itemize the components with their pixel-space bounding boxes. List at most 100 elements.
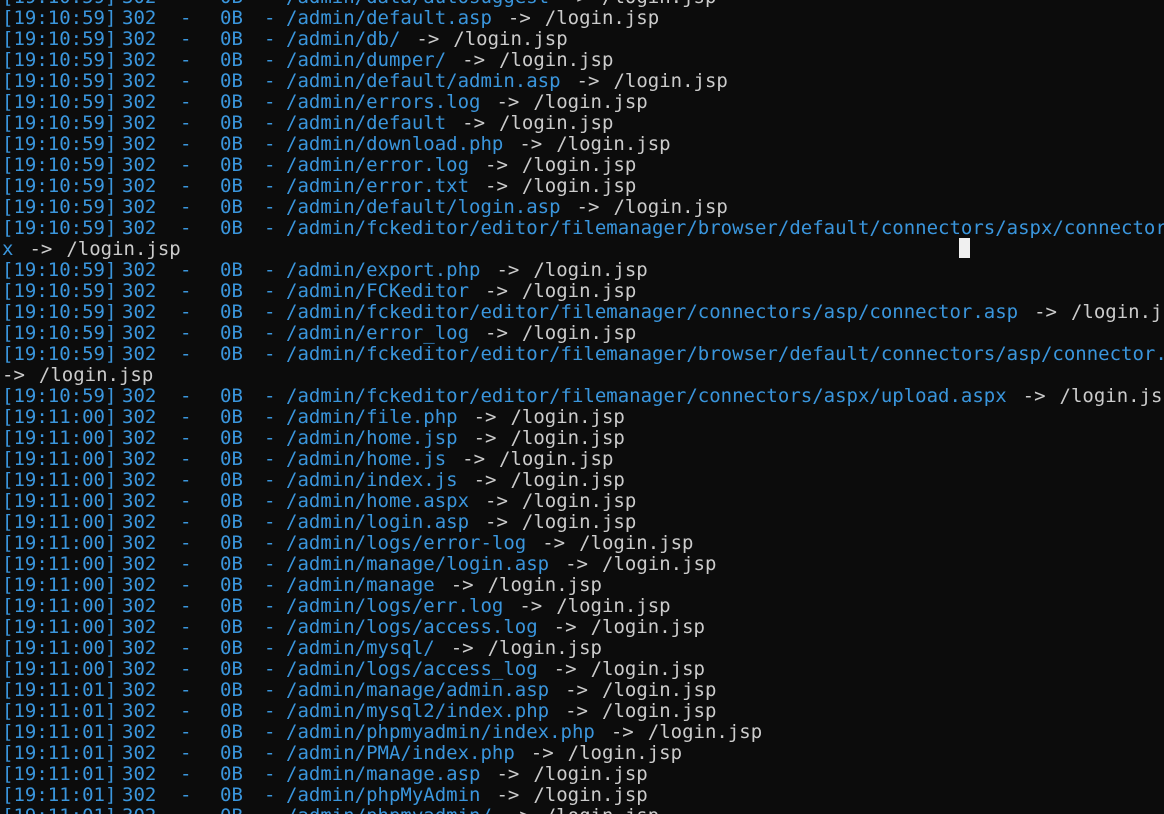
- log-line: [19:10:59] 302-0B -/admin/errors.log ->/log…: [2, 92, 1164, 113]
- redirect-target: /login.jsp: [1059, 385, 1164, 407]
- log-status-code: 302: [122, 343, 157, 365]
- log-line: [19:10:59] 302-0B -/admin/default/admin.as…: [2, 71, 1164, 92]
- log-size: 0B: [220, 469, 243, 491]
- redirect-target: /login.jsp: [533, 763, 648, 785]
- log-size: 0B: [220, 343, 243, 365]
- log-line: [19:11:00] 302-0B -/admin/logs/access.log -…: [2, 617, 1164, 638]
- log-line: [19:10:59] 302-0B -/admin/fckeditor/editor…: [2, 386, 1164, 407]
- log-separator: -: [264, 700, 276, 722]
- log-status-code: 302: [122, 448, 157, 470]
- log-timestamp: [19:11:01]: [2, 700, 117, 722]
- log-path: /admin/dumper/: [286, 49, 447, 71]
- log-line: [19:10:59] 302-0B -/admin/fckeditor/editor…: [2, 344, 1164, 365]
- log-separator: -: [180, 385, 192, 407]
- log-separator: -: [264, 28, 276, 50]
- log-separator: -: [264, 616, 276, 638]
- log-path: /admin/default.asp: [286, 7, 492, 29]
- log-separator: -: [264, 574, 276, 596]
- log-status-code: 302: [122, 7, 157, 29]
- redirect-arrow: ->: [485, 490, 508, 512]
- redirect-arrow: ->: [416, 28, 440, 50]
- log-status-code: 302: [122, 469, 157, 491]
- log-timestamp: [19:10:59]: [2, 7, 117, 29]
- log-status-code: 302: [122, 700, 157, 722]
- log-line: [19:10:59] 302-0B -/admin/fckeditor/editor…: [2, 302, 1164, 323]
- log-separator: -: [180, 616, 192, 638]
- log-timestamp: [19:10:59]: [2, 70, 117, 92]
- redirect-target: /login.jsp: [487, 637, 602, 659]
- log-path: /admin/index.js: [286, 469, 458, 491]
- log-separator: -: [264, 7, 276, 29]
- log-separator: -: [264, 301, 276, 323]
- log-separator: -: [264, 532, 276, 554]
- log-path: /admin/db/: [286, 28, 401, 50]
- log-separator: -: [180, 259, 192, 281]
- log-line: [19:10:59] 302-0B -/admin/export.php ->/log…: [2, 260, 1164, 281]
- log-separator: -: [264, 343, 276, 365]
- log-size: 0B: [220, 7, 243, 29]
- log-separator: -: [180, 553, 192, 575]
- log-path: /admin/errors.log: [286, 91, 481, 113]
- redirect-arrow: ->: [496, 91, 520, 113]
- log-separator: -: [180, 763, 192, 785]
- redirect-arrow: ->: [462, 112, 486, 134]
- log-separator: -: [180, 217, 192, 239]
- log-path: /admin/fckeditor/editor/filemanager/brow…: [286, 343, 1164, 365]
- log-line: [19:11:00] 302-0B -/admin/manage ->/login.j…: [2, 575, 1164, 596]
- redirect-arrow: ->: [519, 133, 543, 155]
- log-line-continuation: -> /login.jsp: [2, 365, 1164, 386]
- redirect-arrow: ->: [507, 7, 531, 29]
- log-separator: -: [180, 658, 192, 680]
- log-path: /admin/manage: [286, 574, 435, 596]
- log-status-code: 302: [122, 490, 157, 512]
- log-size: 0B: [220, 700, 243, 722]
- log-timestamp: [19:10:59]: [2, 154, 117, 176]
- redirect-arrow: ->: [576, 70, 600, 92]
- log-size: 0B: [220, 637, 243, 659]
- log-timestamp: [19:10:59]: [2, 217, 117, 239]
- terminal-window[interactable]: [19:10:59]302-0B-/admin/data/autosuggest…: [0, 0, 1164, 814]
- redirect-target: /login.jsp: [544, 7, 660, 29]
- log-size: 0B: [220, 511, 243, 533]
- log-status-code: 302: [122, 49, 157, 71]
- log-size: 0B: [220, 217, 243, 239]
- log-path: /admin/phpMyAdmin: [286, 784, 481, 806]
- redirect-target: /login.jsp: [533, 784, 648, 806]
- log-line-continuation: x -> /login.jsp: [2, 239, 1164, 260]
- log-separator: -: [180, 406, 192, 428]
- redirect-arrow: ->: [462, 448, 486, 470]
- log-line: [19:11:01] 302-0B -/admin/manage.asp ->/log…: [2, 764, 1164, 785]
- log-timestamp: [19:11:01]: [2, 784, 117, 806]
- log-line: [19:11:00] 302-0B -/admin/logs/error-log ->…: [2, 533, 1164, 554]
- log-path: /admin/home.aspx: [286, 490, 470, 512]
- log-separator: -: [180, 301, 192, 323]
- redirect-target: /login.jsp: [602, 700, 717, 722]
- log-line: [19:10:59] 302-0B -/admin/default/login.as…: [2, 197, 1164, 218]
- redirect-target: /login.jsp: [499, 49, 614, 71]
- log-status-code: 302: [122, 658, 157, 680]
- redirect-arrow: ->: [450, 574, 474, 596]
- log-line: [19:11:00] 302-0B -/admin/manage/login.asp…: [2, 554, 1164, 575]
- redirect-target: /login.jsp: [521, 490, 637, 512]
- log-separator: -: [180, 532, 192, 554]
- log-timestamp: [19:11:00]: [2, 658, 117, 680]
- redirect-target: /login.jsp: [590, 658, 705, 680]
- log-timestamp: [19:10:59]: [2, 301, 117, 323]
- log-separator: -: [264, 154, 276, 176]
- log-status-code: 302: [122, 91, 157, 113]
- log-line: [19:10:59] 302-0B -/admin/FCKeditor ->/logi…: [2, 281, 1164, 302]
- log-size: 0B: [220, 112, 243, 134]
- log-separator: -: [180, 574, 192, 596]
- log-status-code: 302: [122, 511, 157, 533]
- log-status-code: 302: [122, 217, 157, 239]
- log-size: 0B: [220, 322, 243, 344]
- log-size: 0B: [220, 553, 243, 575]
- log-separator: -: [180, 49, 192, 71]
- log-status-code: 302: [122, 427, 157, 449]
- log-timestamp: [19:10:59]: [2, 280, 117, 302]
- log-path: /admin/logs/access.log: [286, 616, 538, 638]
- redirect-target: /login.jsp: [487, 574, 602, 596]
- redirect-target: /login.jsp: [499, 448, 614, 470]
- log-separator: -: [180, 196, 192, 218]
- log-separator: -: [180, 28, 192, 50]
